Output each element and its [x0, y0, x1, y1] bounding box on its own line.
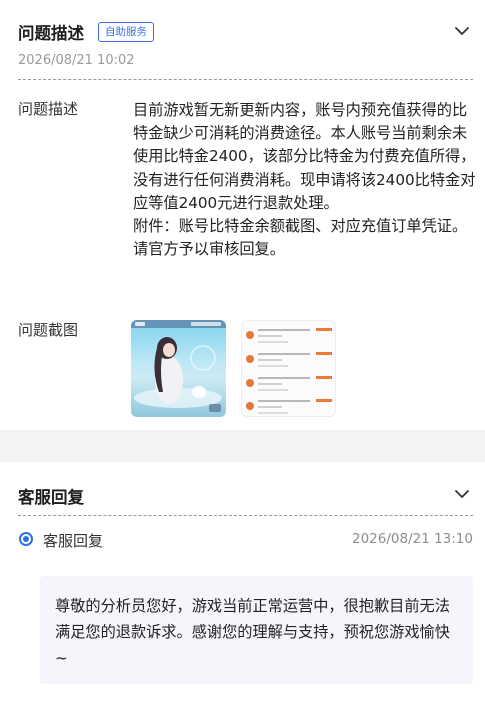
description-label: 问题描述 — [18, 100, 79, 118]
divider — [18, 515, 473, 516]
divider — [18, 79, 473, 80]
reply-item-label: 客服回复 — [43, 532, 104, 550]
reply-section-title: 客服回复 — [18, 488, 84, 507]
section-separator — [0, 430, 485, 462]
problem-timestamp: 2026/08/21 10:02 — [18, 53, 135, 68]
order-row — [246, 375, 334, 395]
attachment-text: 附件：账号比特金余额截图、对应充值订单凭证。请官方予以审核回复。 — [133, 217, 468, 259]
order-screenshot-thumbnail[interactable] — [241, 320, 336, 417]
chevron-down-icon[interactable] — [453, 22, 471, 40]
problem-card: 问题描述 自助服务 2026/08/21 10:02 问题描述 目前游戏暂无新更… — [0, 0, 485, 430]
screenshot-label: 问题截图 — [18, 321, 79, 339]
reply-timestamp: 2026/08/21 13:10 — [351, 531, 473, 547]
order-row — [246, 398, 334, 416]
order-row — [246, 351, 334, 371]
reply-radio-icon — [19, 532, 33, 546]
reply-message: 尊敬的分析员您好，游戏当前正常运营中，很抱歉目前无法满足您的退款诉求。感谢您的理… — [40, 576, 473, 684]
game-screenshot-thumbnail[interactable] — [131, 320, 226, 417]
reply-text: 尊敬的分析员您好，游戏当前正常运营中，很抱歉目前无法满足您的退款诉求。感谢您的理… — [55, 597, 450, 667]
problem-section-title: 问题描述 — [18, 24, 84, 43]
self-service-badge: 自助服务 — [98, 22, 154, 42]
order-row — [246, 327, 334, 347]
description-text: 目前游戏暂无新更新内容，账号内预充值获得的比特金缺少可消耗的消费途径。本人账号当… — [133, 101, 476, 212]
chevron-down-icon[interactable] — [453, 485, 471, 503]
description-body: 目前游戏暂无新更新内容，账号内预充值获得的比特金缺少可消耗的消费途径。本人账号当… — [133, 99, 476, 261]
